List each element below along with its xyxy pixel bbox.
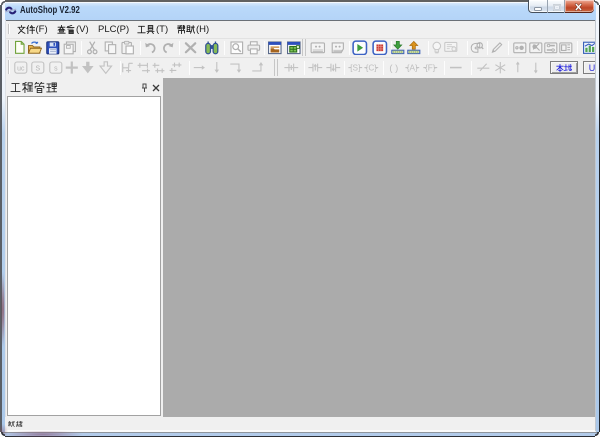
- svg-text:[S]: [S]: [350, 63, 360, 72]
- svg-text:uc: uc: [17, 65, 25, 72]
- svg-text:{C}: {C}: [366, 63, 378, 72]
- svg-text:{F}: {F}: [425, 63, 436, 72]
- svg-text:{A}: {A}: [406, 63, 417, 72]
- svg-text:S: S: [36, 65, 41, 72]
- svg-text:( ): ( ): [389, 63, 398, 73]
- svg-text:s: s: [54, 65, 58, 72]
